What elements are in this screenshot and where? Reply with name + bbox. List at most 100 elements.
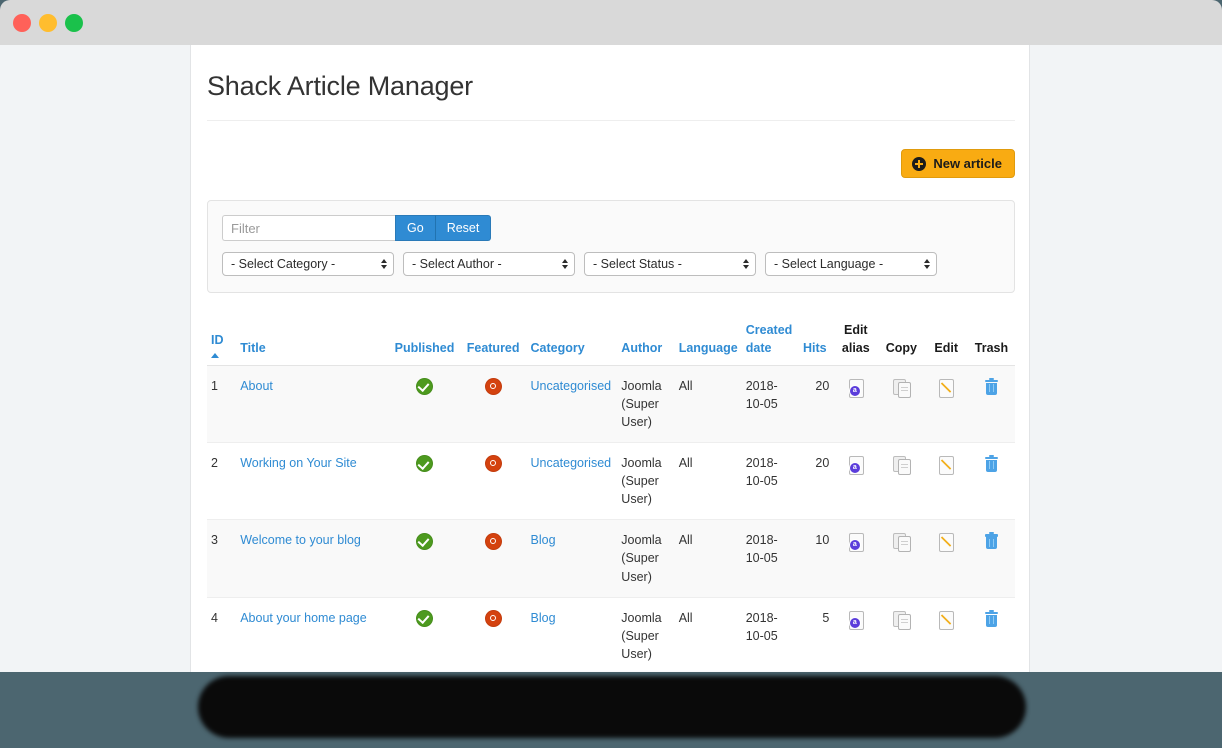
article-title-link[interactable]: Welcome to your blog: [240, 533, 361, 547]
pencil-icon[interactable]: [935, 377, 957, 399]
minimize-window-button[interactable]: [39, 14, 57, 32]
published-icon[interactable]: [416, 532, 434, 550]
column-header-author-label[interactable]: Author: [621, 341, 662, 355]
column-header-edit-alias: Edit alias: [833, 321, 879, 366]
redacted-bar: [198, 676, 1026, 738]
unfeatured-icon[interactable]: [484, 377, 502, 395]
article-title-link[interactable]: About your home page: [240, 611, 366, 625]
filter-select-row: - Select Category - - Select Author - - …: [222, 252, 1000, 277]
cell-edit-alias: a: [833, 597, 879, 672]
unfeatured-icon[interactable]: [484, 455, 502, 473]
pencil-icon[interactable]: [935, 531, 957, 553]
column-header-hits[interactable]: Hits: [796, 321, 834, 366]
trash-icon[interactable]: [980, 454, 1002, 476]
copy-icon[interactable]: [890, 454, 912, 476]
cell-edit-alias: a: [833, 442, 879, 521]
new-article-label: New article: [933, 155, 1002, 171]
cell-author: Joomla (Super User): [617, 442, 675, 521]
select-category[interactable]: - Select Category -: [222, 252, 394, 277]
cell-title: About your home page: [236, 597, 390, 672]
column-header-category[interactable]: Category: [526, 321, 618, 366]
cell-created-date: 2018-10-05: [741, 442, 797, 521]
cell-published: [389, 519, 460, 598]
search-input[interactable]: [222, 215, 395, 242]
pencil-icon[interactable]: [935, 609, 957, 631]
filter-reset-button[interactable]: Reset: [435, 215, 492, 242]
cell-title: Working on Your Site: [236, 442, 390, 521]
copy-icon[interactable]: [890, 609, 912, 631]
column-header-hits-label[interactable]: Hits: [803, 341, 827, 355]
column-header-featured[interactable]: Featured: [459, 321, 527, 366]
table-row: 2 Working on Your Site Uncategorised Joomla…: [207, 442, 1015, 521]
column-header-author[interactable]: Author: [617, 321, 675, 366]
column-header-language-label[interactable]: Language: [679, 341, 738, 355]
alias-icon[interactable]: a: [845, 531, 867, 553]
cell-created-date: 2018-10-05: [741, 519, 797, 598]
cell-hits: 5: [796, 597, 834, 672]
column-header-created-date-label[interactable]: Created date: [746, 323, 793, 355]
cell-published: [389, 442, 460, 521]
column-header-published-label[interactable]: Published: [395, 341, 455, 355]
articles-table: ID Title Published Featured Category Aut…: [207, 321, 1015, 672]
alias-icon[interactable]: a: [845, 454, 867, 476]
column-header-featured-label[interactable]: Featured: [467, 341, 520, 355]
column-header-id[interactable]: ID: [207, 321, 237, 366]
column-header-trash: Trash: [967, 321, 1015, 366]
filter-search-row: Go Reset: [222, 215, 1000, 242]
alias-icon[interactable]: a: [845, 377, 867, 399]
close-window-button[interactable]: [13, 14, 31, 32]
select-status[interactable]: - Select Status -: [584, 252, 756, 277]
alias-icon[interactable]: a: [845, 609, 867, 631]
select-author-value: - Select Author -: [412, 257, 502, 272]
published-icon[interactable]: [416, 455, 434, 473]
column-header-title[interactable]: Title: [236, 321, 390, 366]
trash-icon[interactable]: [980, 377, 1002, 399]
cell-hits: 20: [796, 442, 834, 521]
filter-go-button[interactable]: Go: [395, 215, 436, 242]
column-header-published[interactable]: Published: [389, 321, 460, 366]
page-header: Shack Article Manager: [207, 45, 1015, 121]
column-header-category-label[interactable]: Category: [531, 341, 585, 355]
zoom-window-button[interactable]: [65, 14, 83, 32]
cell-featured: [459, 442, 527, 521]
chevron-updown-icon: [562, 259, 568, 270]
table-header: ID Title Published Featured Category Aut…: [207, 321, 1015, 366]
article-title-link[interactable]: About: [240, 379, 273, 393]
cell-hits: 20: [796, 365, 834, 443]
copy-icon[interactable]: [890, 377, 912, 399]
trash-icon[interactable]: [980, 531, 1002, 553]
published-icon[interactable]: [416, 377, 434, 395]
category-link[interactable]: Uncategorised: [531, 456, 612, 470]
cell-copy: [878, 597, 925, 672]
cell-id: 2: [207, 442, 237, 521]
column-header-created-date[interactable]: Created date: [741, 321, 797, 366]
cell-author: Joomla (Super User): [617, 597, 675, 672]
column-header-copy: Copy: [878, 321, 925, 366]
cell-title: About: [236, 365, 390, 443]
cell-published: [389, 365, 460, 443]
category-link[interactable]: Blog: [531, 533, 556, 547]
unfeatured-icon[interactable]: [484, 532, 502, 550]
category-link[interactable]: Blog: [531, 611, 556, 625]
cell-trash: [967, 365, 1015, 443]
cell-author: Joomla (Super User): [617, 365, 675, 443]
category-link[interactable]: Uncategorised: [531, 379, 612, 393]
new-article-button[interactable]: New article: [901, 148, 1015, 179]
column-header-title-label[interactable]: Title: [240, 341, 265, 355]
select-author[interactable]: - Select Author -: [403, 252, 575, 277]
published-icon[interactable]: [416, 609, 434, 627]
cell-title: Welcome to your blog: [236, 519, 390, 598]
cell-copy: [878, 519, 925, 598]
table-row: 4 About your home page Blog Joomla (Super U…: [207, 597, 1015, 672]
column-header-language[interactable]: Language: [674, 321, 742, 366]
cell-category: Blog: [526, 519, 618, 598]
article-title-link[interactable]: Working on Your Site: [240, 456, 357, 470]
copy-icon[interactable]: [890, 531, 912, 553]
unfeatured-icon[interactable]: [484, 609, 502, 627]
pencil-icon[interactable]: [935, 454, 957, 476]
cell-trash: [967, 442, 1015, 521]
content-card: Shack Article Manager New article Go Res…: [190, 45, 1030, 672]
select-language[interactable]: - Select Language -: [765, 252, 937, 277]
column-header-id-label[interactable]: ID: [211, 333, 224, 347]
trash-icon[interactable]: [980, 609, 1002, 631]
